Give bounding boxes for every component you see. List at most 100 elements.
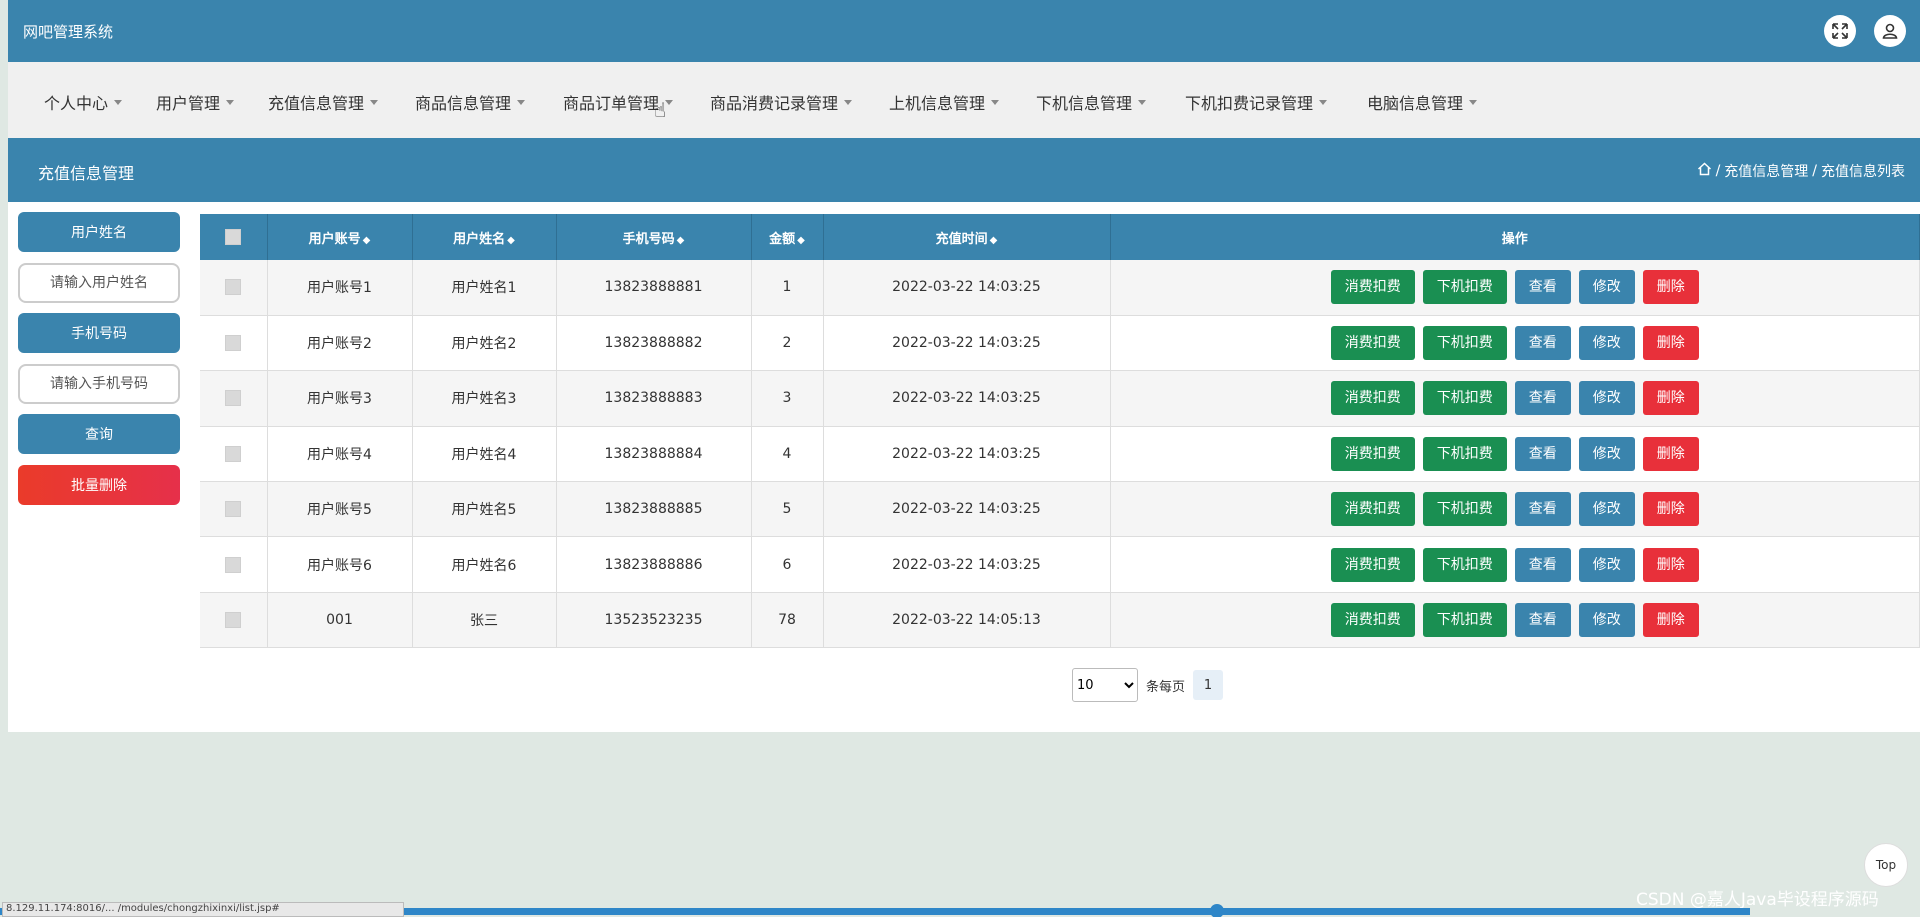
select-all-header — [200, 214, 268, 260]
home-icon[interactable] — [1697, 162, 1712, 180]
table-row: 001 张三 13523523235 78 2022-03-22 14:05:13 消费扣… — [200, 592, 1920, 649]
cell-actions: 消费扣费 下机扣费 查看 修改 删除 — [1110, 592, 1920, 649]
page-number-current[interactable]: 1 — [1193, 670, 1224, 700]
nav-item-personal-center[interactable]: 个人中心 — [44, 90, 123, 114]
cell-phone: 13823888884 — [556, 426, 752, 483]
row-checkbox[interactable] — [225, 390, 242, 407]
sort-icon[interactable]: ◆ — [797, 235, 805, 246]
sort-icon[interactable]: ◆ — [677, 235, 685, 246]
column-header-amount[interactable]: 金额 ◆ — [751, 214, 824, 260]
view-button[interactable]: 查看 — [1514, 492, 1571, 527]
batch-delete-button[interactable]: 批量删除 — [18, 465, 180, 505]
row-checkbox[interactable] — [225, 279, 242, 296]
consume-charge-button[interactable]: 消费扣费 — [1330, 547, 1415, 582]
view-button[interactable]: 查看 — [1514, 270, 1571, 305]
logout-charge-button[interactable]: 下机扣费 — [1422, 547, 1507, 582]
consume-charge-button[interactable]: 消费扣费 — [1330, 270, 1415, 305]
logout-charge-button[interactable]: 下机扣费 — [1422, 270, 1507, 305]
cell-account: 001 — [267, 592, 413, 649]
cell-account: 用户账号2 — [267, 315, 413, 372]
consume-charge-button[interactable]: 消费扣费 — [1330, 326, 1415, 361]
delete-button[interactable]: 删除 — [1642, 326, 1699, 361]
cell-name: 用户姓名1 — [412, 260, 557, 316]
delete-button[interactable]: 删除 — [1642, 436, 1699, 471]
delete-button[interactable]: 删除 — [1642, 547, 1699, 582]
column-header-name[interactable]: 用户姓名 ◆ — [412, 214, 557, 260]
nav-item-login-info[interactable]: 上机信息管理 — [889, 90, 1000, 114]
consume-charge-button[interactable]: 消费扣费 — [1330, 381, 1415, 416]
nav-item-logout-info[interactable]: 下机信息管理 — [1036, 90, 1147, 114]
recharge-table: 用户账号 ◆ 用户姓名 ◆ 手机号码 ◆ 金额 ◆ 充值时间 ◆ 操作 用户账号1 用户姓名… — [200, 214, 1920, 649]
logout-charge-button[interactable]: 下机扣费 — [1422, 381, 1507, 416]
cell-amount: 5 — [751, 481, 824, 538]
edit-button[interactable]: 修改 — [1578, 270, 1635, 305]
cell-time: 2022-03-22 14:03:25 — [823, 481, 1111, 538]
row-checkbox[interactable] — [225, 556, 242, 573]
breadcrumb-level2: 充值信息列表 — [1821, 164, 1905, 180]
name-label-button: 用户姓名 — [18, 212, 180, 252]
row-checkbox[interactable] — [225, 335, 242, 352]
page-size-select[interactable]: 10 — [1072, 668, 1138, 702]
logout-charge-button[interactable]: 下机扣费 — [1422, 326, 1507, 361]
row-select-cell — [200, 426, 268, 483]
row-checkbox[interactable] — [225, 445, 242, 462]
logout-charge-button[interactable]: 下机扣费 — [1422, 492, 1507, 527]
view-button[interactable]: 查看 — [1514, 326, 1571, 361]
breadcrumb-level1[interactable]: 充值信息管理 — [1724, 161, 1808, 181]
user-icon[interactable] — [1874, 15, 1906, 47]
nav-label: 商品消费记录管理 — [710, 94, 839, 113]
column-header-account[interactable]: 用户账号 ◆ — [267, 214, 413, 260]
cell-actions: 消费扣费 下机扣费 查看 修改 删除 — [1110, 536, 1920, 593]
cell-name: 张三 — [412, 592, 557, 649]
scrollbar-thumb[interactable] — [1210, 904, 1224, 917]
name-search-input[interactable] — [18, 263, 180, 303]
edit-button[interactable]: 修改 — [1578, 326, 1635, 361]
nav-item-user-management[interactable]: 用户管理 — [156, 90, 235, 114]
column-header-phone[interactable]: 手机号码 ◆ — [556, 214, 752, 260]
query-button[interactable]: 查询 — [18, 414, 180, 454]
view-button[interactable]: 查看 — [1514, 436, 1571, 471]
consume-charge-button[interactable]: 消费扣费 — [1330, 436, 1415, 471]
nav-item-consumption-records[interactable]: 商品消费记录管理 — [710, 90, 853, 114]
select-all-checkbox[interactable] — [225, 229, 242, 245]
nav-item-recharge-management[interactable]: 充值信息管理 — [268, 90, 379, 114]
consume-charge-button[interactable]: 消费扣费 — [1330, 492, 1415, 527]
phone-search-input[interactable] — [18, 364, 180, 404]
view-button[interactable]: 查看 — [1514, 603, 1571, 638]
sort-icon[interactable]: ◆ — [363, 235, 371, 246]
edit-button[interactable]: 修改 — [1578, 436, 1635, 471]
nav-label: 个人中心 — [44, 94, 109, 113]
chevron-down-icon — [1138, 99, 1147, 105]
view-button[interactable]: 查看 — [1514, 381, 1571, 416]
edit-button[interactable]: 修改 — [1578, 492, 1635, 527]
edit-button[interactable]: 修改 — [1578, 547, 1635, 582]
sort-icon[interactable]: ◆ — [507, 235, 515, 246]
delete-button[interactable]: 删除 — [1642, 270, 1699, 305]
logout-charge-button[interactable]: 下机扣费 — [1422, 603, 1507, 638]
cell-time: 2022-03-22 14:03:25 — [823, 536, 1111, 593]
sort-icon[interactable]: ◆ — [990, 235, 998, 246]
cell-account: 用户账号1 — [267, 260, 413, 316]
back-to-top-button[interactable]: Top — [1864, 843, 1908, 887]
row-checkbox[interactable] — [225, 501, 242, 518]
cell-account: 用户账号6 — [267, 536, 413, 593]
delete-button[interactable]: 删除 — [1642, 381, 1699, 416]
nav-item-logout-charge-records[interactable]: 下机扣费记录管理 — [1185, 90, 1328, 114]
edit-button[interactable]: 修改 — [1578, 603, 1635, 638]
delete-button[interactable]: 删除 — [1642, 492, 1699, 527]
cell-time: 2022-03-22 14:03:25 — [823, 370, 1111, 427]
nav-item-product-management[interactable]: 商品信息管理 — [415, 90, 526, 114]
page-title: 充值信息管理 — [38, 164, 135, 183]
edit-button[interactable]: 修改 — [1578, 381, 1635, 416]
expand-icon[interactable] — [1824, 15, 1856, 47]
delete-button[interactable]: 删除 — [1642, 603, 1699, 638]
table-row: 用户账号1 用户姓名1 13823888881 1 2022-03-22 14:03:2… — [200, 260, 1920, 316]
logout-charge-button[interactable]: 下机扣费 — [1422, 436, 1507, 471]
header-label: 金额 — [769, 231, 796, 247]
column-header-time[interactable]: 充值时间 ◆ — [823, 214, 1111, 260]
view-button[interactable]: 查看 — [1514, 547, 1571, 582]
row-checkbox[interactable] — [225, 612, 242, 629]
cell-actions: 消费扣费 下机扣费 查看 修改 删除 — [1110, 481, 1920, 538]
consume-charge-button[interactable]: 消费扣费 — [1330, 603, 1415, 638]
nav-item-computer-info[interactable]: 电脑信息管理 — [1367, 90, 1478, 114]
